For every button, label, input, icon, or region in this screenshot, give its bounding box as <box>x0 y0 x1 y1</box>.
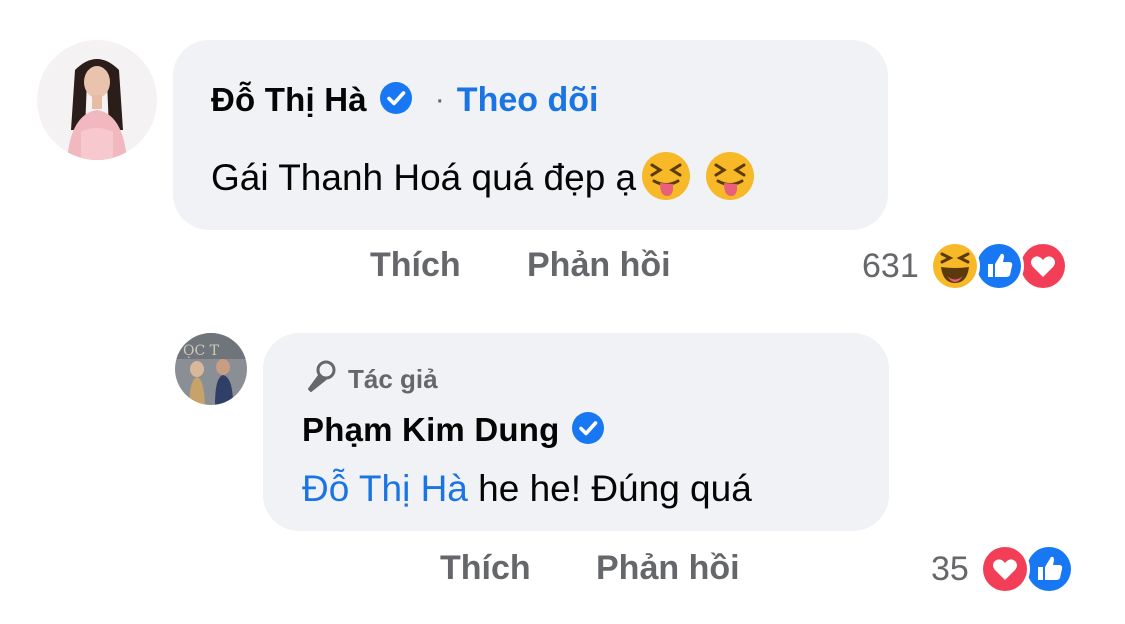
mention-link[interactable]: Đỗ Thị Hà <box>302 468 468 510</box>
follow-button[interactable]: Theo dõi <box>457 81 599 120</box>
like-button[interactable]: Thích <box>370 246 461 285</box>
verified-badge-icon <box>571 411 605 450</box>
reply-reaction-count: 35 <box>931 549 969 588</box>
reply-like-button[interactable]: Thích <box>440 549 531 588</box>
reply-text: he he! Đúng quá <box>467 468 752 509</box>
love-reaction-icon <box>979 543 1031 595</box>
commenter-avatar[interactable] <box>37 40 157 160</box>
svg-text:ỌC T: ỌC T <box>183 343 220 359</box>
reply-reply-button[interactable]: Phản hồi <box>596 549 740 588</box>
author-tag-label: Tác giả <box>348 363 438 394</box>
microphone-icon <box>302 359 338 400</box>
reply-author-avatar[interactable]: ỌC T <box>175 333 247 405</box>
reply-button[interactable]: Phản hồi <box>527 246 671 285</box>
reaction-count: 631 <box>862 246 919 285</box>
separator-dot: · <box>434 83 445 116</box>
reply-reaction-summary[interactable]: 35 <box>931 543 1075 595</box>
comment-text: Gái Thanh Hoá quá đẹp ạ <box>211 157 637 198</box>
haha-reaction-icon <box>929 240 981 292</box>
reaction-summary[interactable]: 631 <box>862 240 1069 292</box>
squinting-tongue-emoji-icon <box>640 150 692 207</box>
comment-author-name[interactable]: Đỗ Thị Hà <box>211 81 367 119</box>
verified-badge-icon <box>379 81 413 120</box>
reply-author-name[interactable]: Phạm Kim Dung <box>302 411 559 449</box>
squinting-tongue-emoji-icon <box>704 150 756 207</box>
